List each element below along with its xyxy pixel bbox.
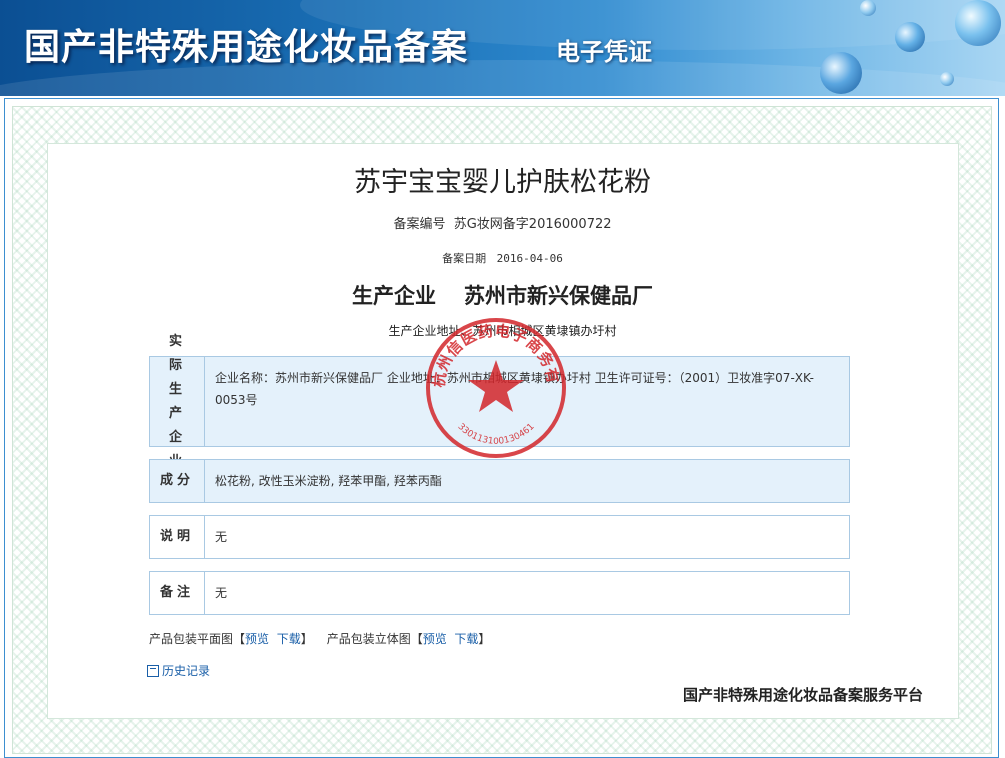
producer-row: 生产企业 苏州市新兴保健品厂 — [0, 280, 1005, 310]
molecule-sphere-icon — [955, 0, 1001, 46]
history-icon — [147, 664, 159, 677]
remarks-content: 无 — [215, 586, 228, 600]
record-date-value: 2016-04-06 — [496, 252, 563, 265]
producer-address-row: 生产企业地址、苏州市相城区黄埭镇办圩村 — [388, 324, 617, 338]
remarks-label: 备注 — [150, 572, 205, 614]
ingredients-section: 成分 松花粉, 改性玉米淀粉, 羟苯甲酯, 羟苯丙酯 — [149, 459, 850, 503]
molecule-sphere-icon — [860, 0, 876, 16]
producer-name: 苏州市新兴保健品厂 — [464, 283, 653, 308]
notes-label: 说明 — [150, 516, 205, 558]
flat-package-label: 产品包装平面图 — [149, 632, 234, 646]
history-link[interactable]: 历史记录 — [147, 662, 210, 679]
header-banner: 国产非特殊用途化妆品备案 电子凭证 — [0, 0, 1005, 96]
producer-label: 生产企业 — [352, 283, 436, 308]
record-date-row: 备案日期 2016-04-06 — [0, 250, 1005, 266]
record-number-row: 备案编号 苏G妆网备字2016000722 — [0, 213, 1005, 232]
package-links-row: 产品包装平面图【预览 下载】 产品包装立体图【预览 下载】 — [149, 632, 491, 646]
notes-content: 无 — [215, 530, 228, 544]
ingredients-content: 松花粉, 改性玉米淀粉, 羟苯甲酯, 羟苯丙酯 — [215, 474, 442, 488]
history-label[interactable]: 历史记录 — [162, 662, 210, 679]
stereo-package-label: 产品包装立体图 — [326, 632, 411, 646]
actual-producer-label: 实际生产企业 — [150, 334, 205, 469]
remarks-section: 备注 无 — [149, 571, 850, 615]
banner-title: 国产非特殊用途化妆品备案 — [24, 26, 469, 68]
producer-address-value: 苏州市相城区黄埭镇办圩村 — [472, 324, 617, 338]
notes-section: 说明 无 — [149, 515, 850, 559]
banner-subtitle: 电子凭证 — [556, 37, 652, 66]
stereo-download-link[interactable]: 下载 — [454, 632, 478, 646]
record-number-value: 苏G妆网备字2016000722 — [453, 217, 612, 232]
actual-producer-section: 实际生产企业 企业名称：苏州市新兴保健品厂 企业地址：苏州市相城区黄埭镇办圩村 … — [149, 334, 850, 469]
stereo-preview-link[interactable]: 预览 — [423, 632, 447, 646]
record-date-label: 备案日期 — [442, 252, 487, 265]
product-name: 苏宇宝宝婴儿护肤松花粉 — [354, 167, 651, 198]
flat-preview-link[interactable]: 预览 — [245, 632, 269, 646]
platform-name: 国产非特殊用途化妆品备案服务平台 — [683, 686, 924, 704]
ingredients-label: 成分 — [150, 460, 205, 502]
molecule-sphere-icon — [940, 72, 954, 86]
molecule-sphere-icon — [820, 52, 862, 94]
molecule-sphere-icon — [895, 22, 925, 52]
record-number-label: 备案编号 — [393, 217, 446, 232]
flat-download-link[interactable]: 下载 — [277, 632, 301, 646]
producer-address-label: 生产企业地址 — [388, 324, 461, 338]
actual-producer-content: 企业名称：苏州市新兴保健品厂 企业地址：苏州市相城区黄埭镇办圩村 卫生许可证号：… — [215, 371, 814, 407]
